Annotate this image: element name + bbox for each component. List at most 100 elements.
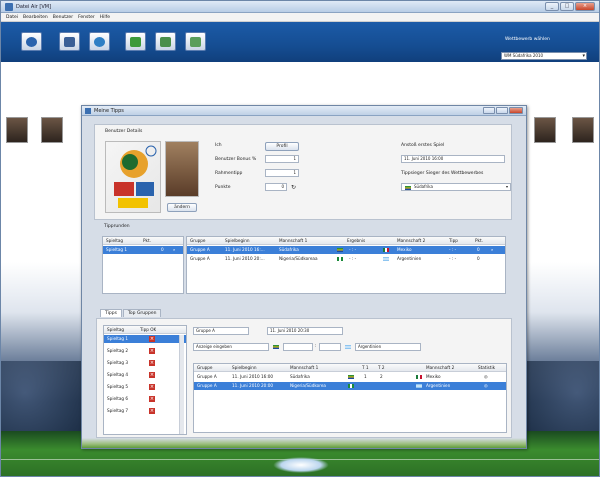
winner-select[interactable]: Südafrika ▾ bbox=[401, 183, 511, 191]
dialog-maximize-button[interactable] bbox=[496, 107, 508, 114]
table-button[interactable] bbox=[125, 32, 146, 51]
tips-col-start: Spielbeginn bbox=[232, 365, 257, 370]
menu-window[interactable]: Fenster bbox=[78, 15, 95, 20]
tip-goals2-input[interactable] bbox=[319, 343, 341, 351]
tip-goals1-input[interactable] bbox=[283, 343, 313, 351]
cross-icon: × bbox=[149, 384, 155, 390]
save-button[interactable] bbox=[59, 32, 80, 51]
users-button[interactable] bbox=[89, 32, 110, 51]
tips-day-row[interactable]: Spieltag 7 × bbox=[104, 407, 186, 415]
tip-team1-field[interactable]: Anzeige eingeben bbox=[193, 343, 269, 351]
cross-icon: × bbox=[149, 372, 155, 378]
dialog-minimize-button[interactable] bbox=[483, 107, 495, 114]
toolbar: Wettbewerb wählen WM Südafrika 2010 ▾ bbox=[1, 22, 599, 62]
tips-day-row[interactable]: Spieltag 3 × bbox=[104, 359, 186, 367]
rounds-grid: Spieltag Pkt. Spieltag 1 0 ⌕ bbox=[102, 236, 184, 294]
tips-day: Spieltag 4 bbox=[107, 372, 129, 377]
menu-user[interactable]: Benutzer bbox=[53, 15, 73, 20]
tips-day: Spieltag 5 bbox=[107, 384, 129, 389]
minimize-button[interactable]: _ bbox=[545, 2, 559, 11]
tips-day-row[interactable]: Spieltag 5 × bbox=[104, 383, 186, 391]
season-value: WM Südafrika 2010 bbox=[504, 53, 544, 58]
menu-edit[interactable]: Bearbeiten bbox=[23, 15, 48, 20]
crowd-right bbox=[521, 361, 599, 441]
match-team2: Argentinien bbox=[397, 256, 422, 261]
menu-help[interactable]: Hilfe bbox=[100, 15, 110, 20]
tips-days-scrollbar[interactable] bbox=[179, 335, 184, 434]
south-africa-flag-icon bbox=[348, 375, 354, 379]
refresh-icon[interactable]: ↻ bbox=[291, 184, 296, 191]
match-tip: - : - bbox=[449, 247, 457, 252]
round-pts: 0 bbox=[161, 247, 164, 252]
tips-day: Spieltag 1 bbox=[107, 336, 129, 341]
tab-top-groups[interactable]: Top Gruppen bbox=[122, 309, 162, 317]
match-group: Gruppe A bbox=[190, 247, 210, 252]
rounds-title: Tipprunden bbox=[104, 224, 130, 229]
info-button[interactable] bbox=[21, 32, 42, 51]
search-icon[interactable]: ⌕ bbox=[173, 247, 175, 252]
change-photo-button[interactable]: ändern bbox=[167, 203, 197, 212]
argentina-flag-icon bbox=[383, 257, 389, 261]
dialog-title-bar: Meine Tipps bbox=[82, 106, 526, 116]
tips-day-row[interactable]: Spieltag 2 × bbox=[104, 347, 186, 355]
rounds-row[interactable]: Spieltag 1 0 ⌕ bbox=[103, 246, 183, 254]
world-cup-poster-art bbox=[114, 145, 157, 208]
match-row[interactable]: Gruppe A 11. Juni 2010 16:... Südafrika … bbox=[187, 246, 505, 254]
chevron-down-icon: ▾ bbox=[505, 184, 508, 189]
tips-match-t2: 2 bbox=[380, 374, 383, 379]
season-select[interactable]: WM Südafrika 2010 ▾ bbox=[501, 52, 587, 60]
tip-colon: : bbox=[315, 344, 317, 349]
nigeria-flag-icon bbox=[337, 257, 343, 261]
table-icon bbox=[130, 36, 141, 47]
match-team1: Nigeria/Südkoreaa bbox=[279, 256, 318, 261]
tip-group-field: Gruppe A bbox=[193, 327, 249, 335]
name-label: Ich bbox=[215, 143, 222, 148]
stats-button[interactable] bbox=[185, 32, 206, 51]
dialog-close-button[interactable] bbox=[509, 107, 523, 114]
tips-col-team2: Mannschaft 2 bbox=[426, 365, 455, 370]
tip-datetime-field: 11. Juni 2010 20:30 bbox=[267, 327, 343, 335]
bet-field[interactable]: 1 bbox=[265, 169, 299, 177]
tips-matches-grid: Gruppe Spielbeginn Mannschaft 1 T 1 T 2 … bbox=[193, 363, 507, 433]
match-team1: Südafrika bbox=[279, 247, 299, 252]
stats-icon[interactable]: ◎ bbox=[484, 374, 488, 379]
tips-col-group: Gruppe bbox=[197, 365, 213, 370]
south-africa-flag-icon bbox=[337, 248, 343, 252]
tips-col-team1: Mannschaft 1 bbox=[290, 365, 319, 370]
stats-icon bbox=[190, 36, 201, 47]
first-match-datetime: 11. Juni 2010 16:00 bbox=[401, 155, 505, 163]
maximize-button[interactable]: □ bbox=[560, 2, 574, 11]
stats-icon[interactable]: ◎ bbox=[484, 383, 488, 388]
cross-icon: × bbox=[149, 360, 155, 366]
tips-match-row[interactable]: Gruppe A 11. Juni 2010 16:00 Südafrika 1… bbox=[194, 373, 506, 381]
bet-label: Rahmentipp bbox=[215, 171, 243, 176]
close-button[interactable]: × bbox=[575, 2, 595, 11]
winner-value: Südafrika bbox=[414, 184, 433, 189]
tips-match-row[interactable]: Gruppe A 11. Juni 2010 20:00 Nigeria/Süd… bbox=[194, 382, 506, 390]
tab-tips[interactable]: Tipps bbox=[100, 309, 122, 317]
user-details-panel: Benutzer Details ändern Ich Profil Benut… bbox=[94, 124, 512, 220]
tips-day: Spieltag 3 bbox=[107, 360, 129, 365]
search-icon[interactable]: ⌕ bbox=[491, 247, 493, 252]
argentina-flag-icon bbox=[416, 384, 422, 388]
tips-match-group: Gruppe A bbox=[197, 374, 217, 379]
bonus-field[interactable]: 1 bbox=[265, 155, 299, 163]
menu-file[interactable]: Datei bbox=[6, 15, 18, 20]
tips-match-team2: Mexiko bbox=[426, 374, 441, 379]
tips-day-row[interactable]: Spieltag 6 × bbox=[104, 395, 186, 403]
points-field: 0 bbox=[265, 183, 287, 191]
match-team2: Mexiko bbox=[397, 247, 412, 252]
tips-day: Spieltag 6 bbox=[107, 396, 129, 401]
tips-icon bbox=[160, 36, 171, 47]
col-team1: Mannschaft 1 bbox=[279, 238, 308, 243]
tips-button[interactable] bbox=[155, 32, 176, 51]
cross-icon: × bbox=[149, 408, 155, 414]
argentina-flag-icon bbox=[345, 345, 351, 349]
match-score: - : - bbox=[349, 256, 357, 261]
tips-day-row[interactable]: Spieltag 4 × bbox=[104, 371, 186, 379]
match-row[interactable]: Gruppe A 11. Juni 2010 20:... Nigeria/Sü… bbox=[187, 255, 505, 263]
tips-header-ok: Tipp OK bbox=[140, 327, 157, 332]
profile-button[interactable]: Profil bbox=[265, 142, 299, 151]
tips-day-row[interactable]: Spieltag 1 × bbox=[104, 335, 186, 343]
title-bar: Datei Air [VM] _ □ × bbox=[1, 1, 599, 13]
